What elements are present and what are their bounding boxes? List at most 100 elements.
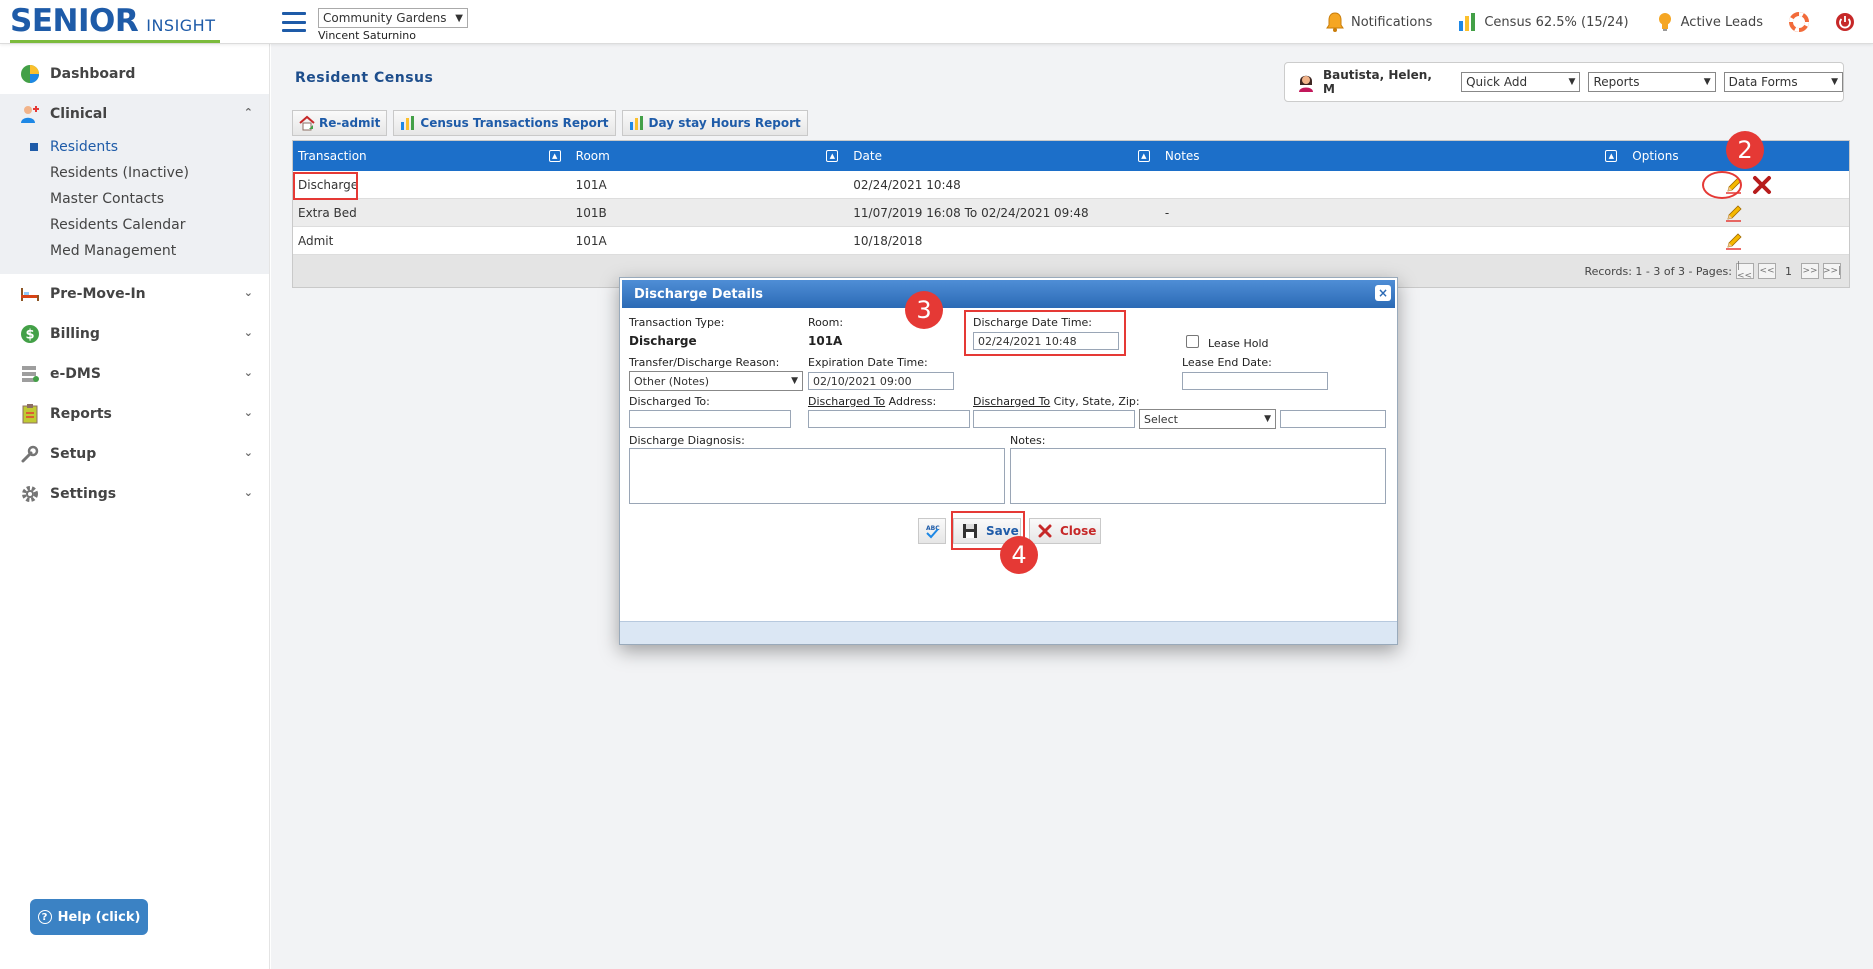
first-page-icon[interactable]: |<< [1736, 261, 1754, 281]
census-transactions-report-button[interactable]: Census Transactions Report [393, 110, 616, 136]
sort-icon[interactable]: ▲ [1137, 150, 1150, 162]
select-value: Data Forms [1728, 75, 1798, 89]
sidebar-subitem-residents[interactable]: Residents [0, 134, 269, 160]
resident-panel: Bautista, Helen, M Quick Add ▼ Reports ▼ D… [1284, 62, 1844, 102]
sort-icon[interactable]: ▲ [1605, 150, 1618, 162]
table-row[interactable]: Extra Bed 101B 11/07/2019 16:08 To 02/24… [293, 199, 1849, 227]
quick-add-select[interactable]: Quick Add ▼ [1461, 72, 1581, 92]
help-button[interactable]: ? Help (click) [30, 899, 148, 935]
select-value: Quick Add [1466, 75, 1528, 89]
expiration-datetime-input[interactable]: 02/10/2021 09:00 [808, 372, 954, 390]
cell-room: 101A [575, 177, 607, 192]
discharged-to-address-label: Discharged To Address: [808, 395, 936, 408]
lease-end-label: Lease End Date: [1182, 356, 1272, 369]
column-header-date[interactable]: Date ▲ [848, 141, 1160, 171]
transaction-type-label: Transaction Type: [629, 316, 725, 329]
bar-chart-icon [400, 115, 416, 131]
chevron-down-icon: ▼ [455, 12, 463, 24]
annotation-step-2: 2 [1726, 131, 1764, 169]
sort-icon[interactable]: ▲ [826, 150, 839, 162]
column-header-room[interactable]: Room ▲ [571, 141, 849, 171]
logo[interactable]: SENIOR INSIGHT [10, 4, 215, 38]
community-select[interactable]: Community Gardens ▼ [318, 8, 468, 28]
sidebar-item-settings[interactable]: Settings ⌄ [0, 474, 269, 514]
column-label: Transaction [298, 149, 367, 163]
room-label: Room: [808, 316, 844, 329]
sidebar-item-reports[interactable]: Reports ⌄ [0, 394, 269, 434]
clipboard-icon [20, 404, 40, 424]
discharge-diagnosis-textarea[interactable] [629, 448, 1005, 504]
table-row[interactable]: Admit 101A 10/18/2018 [293, 227, 1849, 255]
readmit-button[interactable]: Re-admit [292, 110, 388, 136]
spellcheck-button[interactable]: ABC [918, 518, 946, 544]
lease-hold-checkbox[interactable] [1186, 335, 1199, 348]
bed-icon [20, 284, 40, 304]
hamburger-menu-icon[interactable] [282, 12, 306, 32]
table-row[interactable]: Discharge 101A 02/24/2021 10:48 [293, 171, 1849, 199]
label-underlined: Discharged To [808, 395, 886, 408]
sub-label: Residents Calendar [50, 217, 186, 233]
bar-chart-icon [1458, 12, 1478, 32]
gear-icon [20, 484, 40, 504]
sidebar-subitem-master-contacts[interactable]: Master Contacts [0, 186, 269, 212]
cell-options [1627, 227, 1849, 255]
sidebar-subitem-med-management[interactable]: Med Management [0, 238, 269, 264]
cell-transaction: Extra Bed [298, 205, 357, 220]
power-icon[interactable] [1835, 12, 1855, 32]
diagnosis-label: Discharge Diagnosis: [629, 434, 745, 447]
pencil-edit-icon[interactable] [1723, 202, 1745, 224]
dialog-footer [620, 621, 1397, 644]
logo-main: SENIOR [10, 3, 139, 39]
chevron-down-icon: ⌄ [243, 326, 253, 339]
next-page-icon[interactable]: >> [1801, 263, 1819, 279]
cell-room: 101A [575, 233, 607, 248]
sidebar-subitem-residents-calendar[interactable]: Residents Calendar [0, 212, 269, 238]
census-link[interactable]: Census 62.5% (15/24) [1458, 12, 1629, 32]
discharged-to-zip-input[interactable] [1280, 410, 1386, 428]
lifebuoy-icon[interactable] [1789, 12, 1809, 32]
discharged-to-city-input[interactable] [973, 410, 1135, 428]
sidebar-item-billing[interactable]: $ Billing ⌄ [0, 314, 269, 354]
discharge-reason-select[interactable]: Other (Notes) ▼ [629, 371, 803, 391]
column-header-transaction[interactable]: Transaction ▲ [293, 141, 571, 171]
annotation-step-3: 3 [905, 291, 943, 329]
button-label: Day stay Hours Report [648, 116, 801, 130]
chevron-down-icon: ⌄ [243, 366, 253, 379]
sidebar-item-clinical[interactable]: Clinical ⌃ [0, 94, 269, 134]
delete-x-icon[interactable] [1751, 174, 1773, 196]
sidebar-item-setup[interactable]: Setup ⌄ [0, 434, 269, 474]
sidebar-label: Dashboard [50, 66, 136, 82]
sidebar-item-edms[interactable]: e-DMS ⌄ [0, 354, 269, 394]
annotation-ring-edit [1702, 171, 1742, 199]
prev-page-icon[interactable]: << [1758, 263, 1776, 279]
close-button[interactable]: Close [1029, 518, 1101, 544]
logo-underline [10, 40, 220, 43]
sidebar-item-dashboard[interactable]: Dashboard [0, 54, 269, 94]
active-leads-link[interactable]: Active Leads [1655, 12, 1763, 32]
notifications-link[interactable]: Notifications [1325, 12, 1432, 32]
current-page[interactable]: 1 [1780, 265, 1797, 278]
chevron-down-icon: ⌄ [243, 486, 253, 499]
clinical-submenu: Residents Residents (Inactive) Master Co… [0, 134, 269, 274]
column-header-notes[interactable]: Notes ▲ [1160, 141, 1627, 171]
notifications-label: Notifications [1350, 14, 1433, 30]
records-summary: Records: 1 - 3 of 3 - Pages: [1584, 264, 1732, 278]
sidebar-item-pre-move-in[interactable]: Pre-Move-In ⌄ [0, 274, 269, 314]
discharged-to-state-select[interactable]: Select ▼ [1139, 409, 1276, 429]
last-page-icon[interactable]: >>| [1823, 263, 1841, 279]
reports-select[interactable]: Reports ▼ [1588, 72, 1716, 92]
chevron-up-icon: ⌃ [243, 106, 253, 119]
notes-textarea[interactable] [1010, 448, 1386, 504]
bell-icon [1325, 12, 1345, 32]
pencil-edit-icon[interactable] [1723, 230, 1745, 252]
daystay-hours-report-button[interactable]: Day stay Hours Report [621, 110, 808, 136]
lease-end-input[interactable] [1182, 372, 1328, 390]
data-forms-select[interactable]: Data Forms ▼ [1723, 72, 1844, 92]
sidebar-subitem-residents-inactive[interactable]: Residents (Inactive) [0, 160, 269, 186]
sort-icon[interactable]: ▲ [548, 150, 561, 162]
bar-chart-icon [629, 115, 645, 131]
discharged-to-address-input[interactable] [808, 410, 970, 428]
button-label: Close [1060, 524, 1097, 538]
discharged-to-input[interactable] [629, 410, 791, 428]
close-icon[interactable]: × [1375, 285, 1391, 301]
